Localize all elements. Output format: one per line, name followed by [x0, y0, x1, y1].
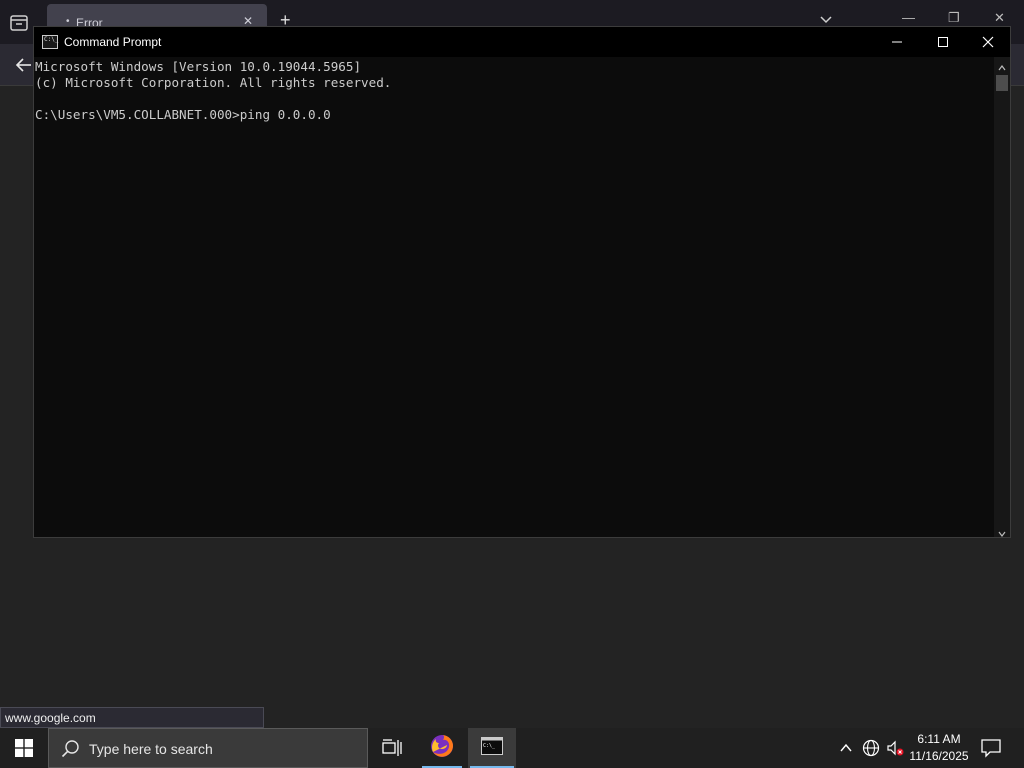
search-placeholder: Type here to search: [89, 741, 213, 757]
cmd-title-bar[interactable]: C:\_ Command Prompt: [34, 27, 1010, 57]
clock-time: 6:11 AM: [917, 732, 961, 746]
cmd-icon: C:\_: [42, 35, 58, 49]
svg-text:C:\_: C:\_: [483, 743, 496, 749]
clock[interactable]: 6:11 AM 11/16/2025: [906, 731, 972, 765]
task-view-icon[interactable]: [370, 728, 414, 768]
console-prompt-line: C:\Users\VM5.COLLABNET.000>ping 0.0.0.0: [35, 107, 331, 122]
browser-restore-button[interactable]: ❐: [948, 10, 960, 26]
minimize-button[interactable]: [874, 27, 920, 57]
browser-minimize-button[interactable]: —: [902, 10, 915, 25]
notification-icon[interactable]: [980, 738, 1002, 758]
firefox-icon: [429, 733, 455, 764]
close-button[interactable]: [965, 27, 1011, 57]
console-line: Microsoft Windows [Version 10.0.19044.59…: [35, 59, 362, 74]
vertical-scrollbar[interactable]: [994, 57, 1010, 537]
cmd-icon: C:\_: [481, 736, 503, 760]
console-line: (c) Microsoft Corporation. All rights re…: [35, 75, 392, 90]
chevron-up-icon[interactable]: [838, 740, 854, 756]
network-icon[interactable]: [862, 739, 880, 757]
window-title: Command Prompt: [64, 35, 162, 49]
status-url: www.google.com: [0, 707, 264, 728]
back-arrow-icon[interactable]: [14, 55, 34, 75]
taskbar: Type here to search C:\_ 6:11 AM 11/16/2…: [0, 728, 1024, 768]
search-icon: [61, 739, 81, 759]
tab-list-icon[interactable]: [8, 12, 30, 34]
volume-muted-icon[interactable]: [886, 739, 904, 757]
firefox-taskbar-button[interactable]: [420, 728, 464, 768]
scroll-thumb[interactable]: [996, 75, 1008, 91]
cmd-taskbar-button[interactable]: C:\_: [468, 728, 516, 768]
windows-logo-icon[interactable]: [0, 728, 48, 768]
clock-date: 11/16/2025: [909, 749, 969, 763]
browser-close-button[interactable]: ✕: [994, 10, 1005, 26]
scroll-down-icon[interactable]: [998, 525, 1006, 537]
taskbar-search-box[interactable]: Type here to search: [48, 728, 368, 768]
console-output[interactable]: Microsoft Windows [Version 10.0.19044.59…: [34, 57, 996, 537]
maximize-button[interactable]: [920, 27, 966, 57]
scroll-up-icon[interactable]: [998, 59, 1006, 71]
cmd-window: C:\_ Command Prompt Microsoft Windows [V…: [33, 26, 1011, 538]
